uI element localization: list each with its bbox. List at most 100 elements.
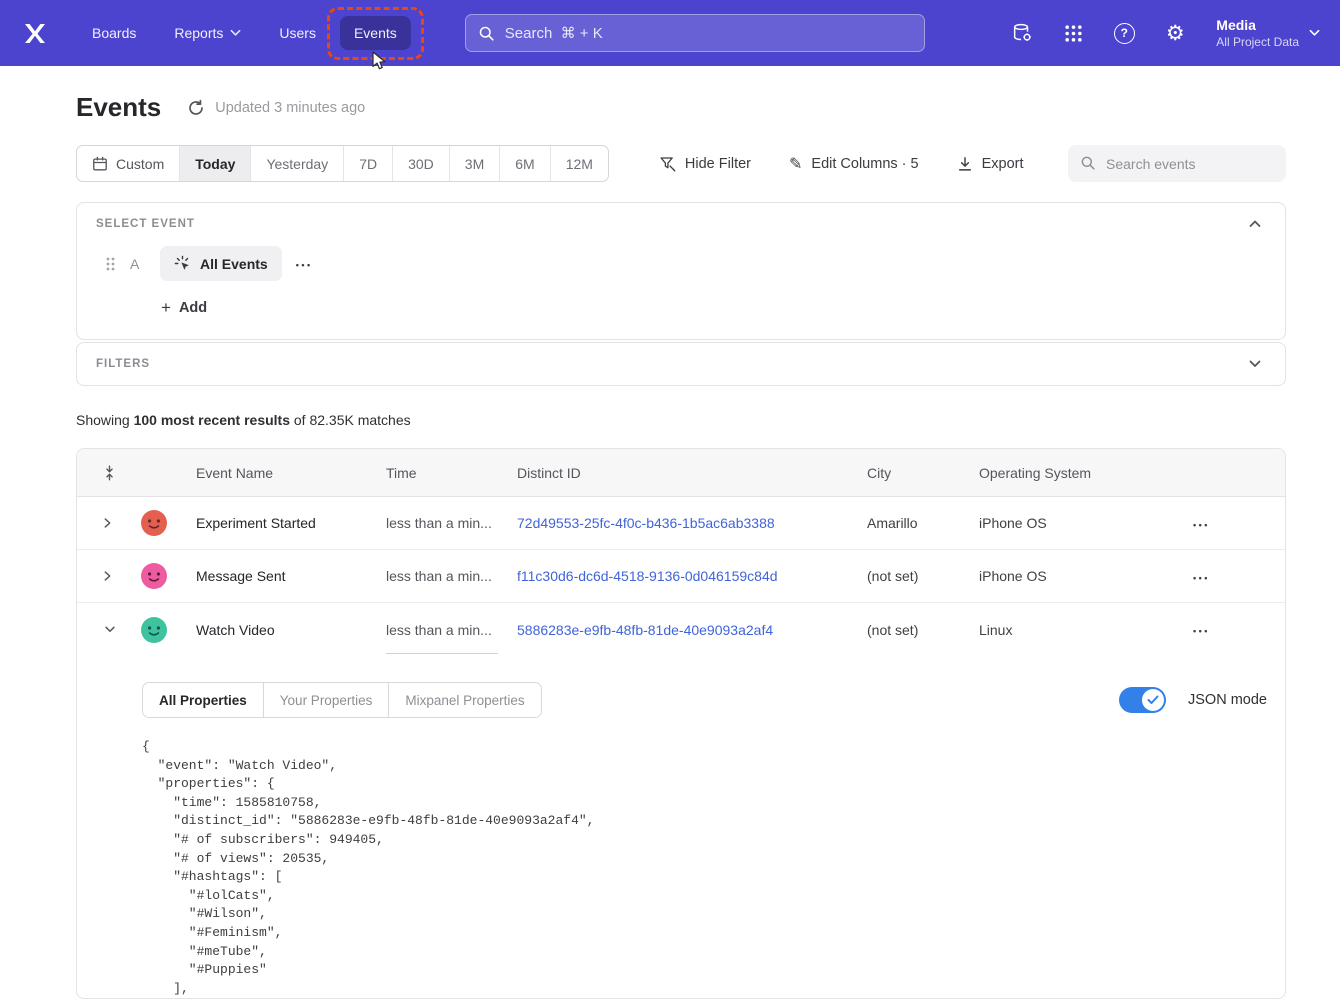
chevron-down-icon	[230, 29, 241, 37]
time-cell: less than a min...	[386, 568, 517, 584]
date-range-custom[interactable]: Custom	[77, 146, 179, 181]
row-more-button[interactable]: •••	[1187, 563, 1216, 590]
event-selector-row: A All Events •••	[96, 246, 1263, 281]
event-json-view: { "event": "Watch Video", "properties": …	[142, 738, 1267, 998]
row-more-button[interactable]: •••	[1187, 510, 1216, 537]
export-label: Export	[982, 156, 1024, 172]
events-page: Events Updated 3 minutes ago Custom Toda…	[76, 92, 1286, 999]
results-prefix: Showing	[76, 412, 134, 428]
more-icon: •••	[1193, 520, 1210, 530]
col-header-os[interactable]: Operating System	[979, 465, 1179, 481]
chevron-down-icon	[104, 626, 116, 633]
expand-row-button[interactable]	[77, 517, 133, 529]
project-info: Media All Project Data	[1216, 16, 1299, 49]
toggle-knob	[1142, 689, 1164, 711]
event-name-cell: Message Sent	[196, 568, 386, 584]
apps-grid-icon[interactable]	[1061, 21, 1085, 45]
distinct-id-link[interactable]: 5886283e-e9fb-48fb-81de-40e9093a2af4	[517, 622, 867, 638]
search-events-input[interactable]	[1068, 145, 1286, 182]
search-events	[1068, 145, 1286, 182]
gear-glyph: ⚙	[1166, 23, 1185, 44]
table-row[interactable]: Experiment Started less than a min... 72…	[77, 497, 1285, 550]
time-column-divider	[386, 653, 498, 654]
city-cell: Amarillo	[867, 515, 979, 531]
tab-all-properties[interactable]: All Properties	[143, 683, 263, 717]
row-more-button[interactable]: •••	[1187, 616, 1216, 643]
toolbar: Custom Today Yesterday 7D 30D 3M 6M 12M …	[76, 145, 1286, 182]
date-range-6m[interactable]: 6M	[499, 146, 549, 181]
expand-filters-button[interactable]	[1247, 358, 1263, 370]
date-range-3m[interactable]: 3M	[449, 146, 499, 181]
hide-filter-icon	[659, 155, 676, 172]
settings-gear-icon[interactable]: ⚙	[1163, 21, 1187, 45]
add-event-button[interactable]: + Add	[161, 293, 207, 323]
date-range-30d[interactable]: 30D	[392, 146, 449, 181]
refresh-button[interactable]	[187, 99, 205, 117]
global-search	[465, 14, 925, 52]
global-search-input[interactable]	[505, 25, 924, 42]
primary-nav: Boards Reports Users Events	[78, 16, 411, 50]
user-avatar	[141, 510, 167, 536]
select-event-panel: SELECT EVENT A	[76, 202, 1286, 340]
col-header-event-name[interactable]: Event Name	[196, 465, 386, 481]
pencil-icon: ✎	[789, 154, 802, 174]
data-management-icon[interactable]	[1010, 21, 1034, 45]
col-header-distinct-id[interactable]: Distinct ID	[517, 465, 867, 481]
expand-row-button[interactable]	[77, 570, 133, 582]
plus-icon: +	[161, 298, 171, 318]
project-switcher[interactable]: Media All Project Data	[1216, 16, 1320, 49]
nav-item-events[interactable]: Events	[340, 16, 411, 50]
distinct-id-link[interactable]: f11c30d6-dc6d-4518-9136-0d046159c84d	[517, 568, 867, 584]
series-letter: A	[130, 256, 144, 272]
os-cell: iPhone OS	[979, 568, 1179, 584]
os-cell: iPhone OS	[979, 515, 1179, 531]
collapse-panel-button[interactable]	[1247, 218, 1263, 230]
top-nav: Boards Reports Users Events	[0, 0, 1340, 66]
date-range-12m[interactable]: 12M	[550, 146, 608, 181]
calendar-icon	[92, 156, 108, 172]
results-summary: Showing 100 most recent results of 82.35…	[76, 412, 1286, 428]
expand-all-rows-button[interactable]	[77, 464, 133, 482]
more-icon: •••	[296, 260, 313, 270]
table-row-expanded[interactable]: Watch Video less than a min... 5886283e-…	[77, 603, 1285, 656]
nav-item-users[interactable]: Users	[265, 16, 330, 50]
os-cell: Linux	[979, 622, 1179, 638]
date-range-yesterday[interactable]: Yesterday	[250, 146, 343, 181]
results-count: 100 most recent results	[134, 412, 290, 428]
collapse-row-button[interactable]	[77, 626, 133, 633]
mixpanel-logo[interactable]	[22, 20, 48, 46]
json-mode-toggle[interactable]	[1119, 687, 1166, 713]
export-button[interactable]: Export	[957, 156, 1024, 172]
col-header-time[interactable]: Time	[386, 465, 517, 481]
city-cell: (not set)	[867, 622, 979, 638]
more-icon: •••	[1193, 573, 1210, 583]
time-cell: less than a min...	[386, 515, 517, 531]
table-row[interactable]: Message Sent less than a min... f11c30d6…	[77, 550, 1285, 603]
user-avatar	[141, 563, 167, 589]
nav-label: Users	[279, 25, 316, 41]
date-range-7d[interactable]: 7D	[343, 146, 392, 181]
tab-mixpanel-properties[interactable]: Mixpanel Properties	[388, 683, 540, 717]
edit-columns-button[interactable]: ✎ Edit Columns · 5	[789, 154, 919, 174]
help-icon[interactable]: ?	[1112, 21, 1136, 45]
user-avatar	[141, 617, 167, 643]
time-cell: less than a min...	[386, 622, 517, 638]
tab-your-properties[interactable]: Your Properties	[263, 683, 389, 717]
properties-tabs: All Properties Your Properties Mixpanel …	[142, 682, 542, 718]
nav-item-reports[interactable]: Reports	[160, 16, 255, 50]
selected-event-name: All Events	[200, 256, 268, 272]
col-header-city[interactable]: City	[867, 465, 979, 481]
hide-filter-button[interactable]: Hide Filter	[659, 155, 751, 172]
distinct-id-link[interactable]: 72d49553-25fc-4f0c-b436-1b5ac6ab3388	[517, 515, 867, 531]
nav-label: Reports	[174, 25, 223, 41]
event-selector-chip[interactable]: All Events	[160, 246, 282, 281]
cursor-icon	[371, 51, 386, 74]
search-icon	[478, 25, 495, 42]
updated-timestamp: Updated 3 minutes ago	[215, 100, 365, 116]
date-range-today[interactable]: Today	[179, 146, 250, 181]
refresh-icon	[187, 99, 205, 117]
drag-handle-icon[interactable]	[105, 256, 116, 272]
edit-columns-label: Edit Columns · 5	[811, 156, 918, 172]
nav-item-boards[interactable]: Boards	[78, 16, 150, 50]
event-more-button[interactable]: •••	[296, 256, 313, 271]
